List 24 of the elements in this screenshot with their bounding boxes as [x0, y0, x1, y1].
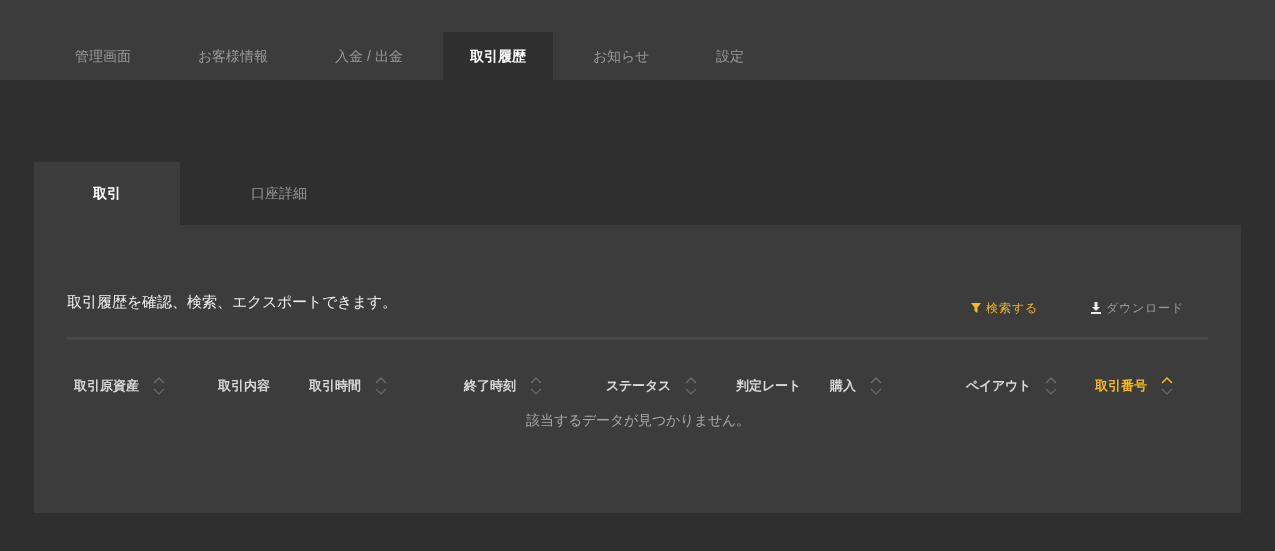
nav-tab[interactable]: お知らせ	[565, 32, 676, 80]
column-header[interactable]: 終了時刻	[464, 376, 516, 396]
nav-tab[interactable]: 取引履歴	[442, 32, 553, 80]
column-header: 取引内容	[218, 377, 270, 396]
nav-tab[interactable]: 管理画面	[48, 32, 158, 80]
filter-icon	[970, 302, 982, 314]
download-icon	[1090, 302, 1102, 314]
nav-tab[interactable]: 設定	[688, 32, 771, 80]
column-header[interactable]: 取引原資産	[74, 376, 139, 396]
column-header[interactable]: ステータス	[606, 376, 671, 396]
sort-icon[interactable]	[1161, 376, 1173, 396]
sub-tab[interactable]: 取引	[34, 162, 180, 225]
nav-tab[interactable]: お客様情報	[171, 32, 295, 80]
download-button[interactable]: ダウンロード	[1090, 299, 1184, 317]
sub-tab[interactable]: 口座詳細	[180, 162, 378, 225]
column-header[interactable]: ペイアウト	[966, 376, 1031, 396]
empty-message: 該当するデータが見つかりません。	[524, 411, 751, 430]
column-header[interactable]: 購入	[830, 376, 856, 396]
description: 取引履歴を確認、検索、エクスポートできます。	[67, 292, 397, 312]
column-header[interactable]: 取引時間	[309, 376, 361, 396]
nav-tab[interactable]: 入金 / 出金	[308, 32, 430, 80]
column-header: 判定レート	[736, 377, 801, 396]
search-button[interactable]: 検索する	[970, 299, 1038, 317]
column-header[interactable]: 取引番号	[1095, 376, 1147, 396]
